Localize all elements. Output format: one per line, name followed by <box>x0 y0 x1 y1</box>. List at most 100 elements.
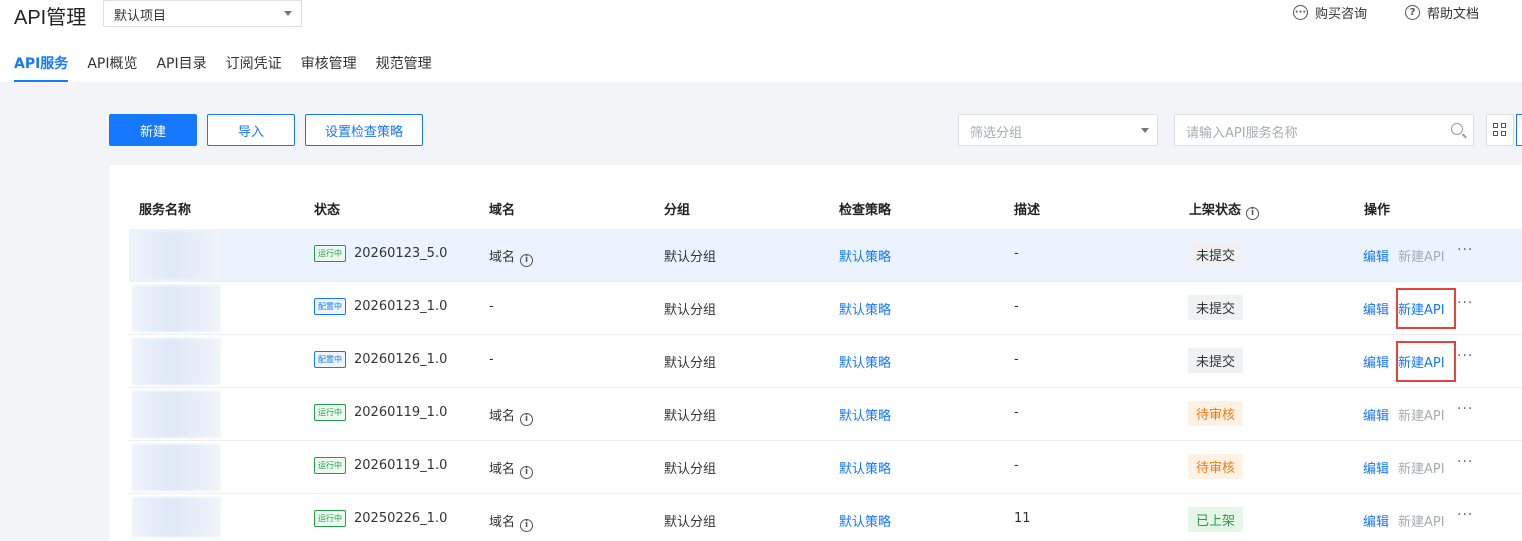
edit-button[interactable]: 编辑 <box>1363 511 1389 530</box>
service-name-redacted[interactable] <box>132 444 221 491</box>
status-cell: 运行中 20260119_1.0 <box>314 457 447 474</box>
new-api-button[interactable]: 新建API <box>1398 405 1445 424</box>
policy-link[interactable]: 默认策略 <box>839 299 891 318</box>
help-icon: ? <box>1405 4 1420 20</box>
status-cell: 运行中 20250226_1.0 <box>314 510 447 527</box>
table-row: 配置中 20260123_1.0 - 默认分组 默认策略 - 未提交 编辑 新建… <box>129 282 1522 335</box>
set-check-policy-button[interactable]: 设置检查策略 <box>305 114 423 146</box>
table-row: 运行中 20260119_1.0 域名 i 默认分组 默认策略 - 待审核 编辑 … <box>129 441 1522 494</box>
service-name-redacted[interactable] <box>132 497 221 537</box>
version-text: 20260123_5.0 <box>354 246 448 261</box>
help-docs-link[interactable]: ? 帮助文档 <box>1405 3 1480 22</box>
status-cell: 配置中 20260123_1.0 <box>314 298 447 315</box>
top-bar: API管理 默认项目 ··· 购买咨询 ? 帮助文档 API服务 API概览 A… <box>0 0 1522 82</box>
more-actions-icon[interactable]: ··· <box>1457 507 1473 523</box>
service-name-redacted[interactable] <box>132 338 221 385</box>
publish-status-badge: 未提交 <box>1188 348 1244 373</box>
edit-button[interactable]: 编辑 <box>1363 458 1389 477</box>
column-header-check-policy: 检查策略 <box>839 203 892 218</box>
status-badge: 运行中 <box>314 245 346 262</box>
domain-cell: - <box>489 352 494 367</box>
info-icon[interactable]: i <box>520 413 534 426</box>
domain-cell: 域名 i <box>489 511 534 532</box>
new-service-button[interactable]: 新建 <box>109 114 197 146</box>
new-api-button[interactable]: 新建API <box>1398 458 1445 477</box>
table-row: 配置中 20260126_1.0 - 默认分组 默认策略 - 未提交 编辑 新建… <box>129 335 1522 388</box>
service-search-placeholder: 请输入API服务名称 <box>1186 126 1298 141</box>
list-view-button[interactable] <box>1516 114 1522 146</box>
column-header-actions: 操作 <box>1364 203 1391 218</box>
new-api-button[interactable]: 新建API <box>1398 246 1445 265</box>
info-icon[interactable]: i <box>520 254 534 267</box>
service-name-redacted[interactable] <box>132 391 221 438</box>
publish-status-badge: 未提交 <box>1188 242 1244 267</box>
column-header-description: 描述 <box>1014 203 1041 218</box>
edit-button[interactable]: 编辑 <box>1363 246 1389 265</box>
description-cell: - <box>1014 458 1019 473</box>
import-button[interactable]: 导入 <box>207 114 295 146</box>
publish-status-badge: 待审核 <box>1188 401 1244 426</box>
chevron-down-icon <box>1141 128 1149 133</box>
domain-cell: 域名 i <box>489 458 534 479</box>
service-name-redacted[interactable] <box>132 285 221 332</box>
policy-link[interactable]: 默认策略 <box>839 246 891 265</box>
description-cell: 11 <box>1014 511 1031 526</box>
group-cell: 默认分组 <box>664 356 717 371</box>
new-api-button[interactable]: 新建API <box>1398 511 1445 530</box>
policy-link[interactable]: 默认策略 <box>839 352 891 371</box>
version-text: 20260119_1.0 <box>354 405 448 420</box>
main-tabs: API服务 API概览 API目录 订阅凭证 审核管理 规范管理 <box>14 53 451 82</box>
tab-spec-management[interactable]: 规范管理 <box>376 53 432 82</box>
service-search-input[interactable]: 请输入API服务名称 <box>1174 114 1474 146</box>
more-actions-icon[interactable]: ··· <box>1457 348 1473 364</box>
version-text: 20250226_1.0 <box>354 511 448 526</box>
edit-button[interactable]: 编辑 <box>1363 299 1389 318</box>
group-cell: 默认分组 <box>664 250 717 265</box>
tab-api-catalog[interactable]: API目录 <box>156 53 206 82</box>
tab-subscription-credentials[interactable]: 订阅凭证 <box>226 53 282 82</box>
search-icon[interactable] <box>1451 123 1463 135</box>
tab-review-management[interactable]: 审核管理 <box>301 53 357 82</box>
purchase-consult-link[interactable]: ··· 购买咨询 <box>1293 3 1367 22</box>
tab-api-overview[interactable]: API概览 <box>87 53 137 82</box>
domain-cell: - <box>489 299 494 314</box>
info-icon[interactable]: i <box>520 466 534 479</box>
help-docs-label: 帮助文档 <box>1427 6 1480 22</box>
publish-status-badge: 已上架 <box>1188 507 1244 532</box>
more-actions-icon[interactable]: ··· <box>1457 401 1473 417</box>
more-actions-icon[interactable]: ··· <box>1457 242 1473 258</box>
policy-link[interactable]: 默认策略 <box>839 458 891 477</box>
more-actions-icon[interactable]: ··· <box>1457 454 1473 470</box>
info-icon[interactable]: i <box>1246 207 1260 220</box>
service-name-redacted[interactable] <box>132 232 221 279</box>
table-row: 运行中 20260123_5.0 域名 i 默认分组 默认策略 - 未提交 编辑 … <box>129 229 1522 282</box>
status-badge: 运行中 <box>314 510 346 527</box>
more-actions-icon[interactable]: ··· <box>1457 295 1473 311</box>
project-selector[interactable]: 默认项目 <box>103 0 302 27</box>
chat-icon: ··· <box>1293 4 1308 20</box>
status-badge: 运行中 <box>314 404 346 421</box>
description-cell: - <box>1014 246 1019 261</box>
status-badge: 运行中 <box>314 457 346 474</box>
group-filter-select[interactable]: 筛选分组 <box>958 114 1158 146</box>
status-badge: 配置中 <box>314 298 346 315</box>
grid-view-button[interactable] <box>1486 114 1514 146</box>
policy-link[interactable]: 默认策略 <box>839 511 891 530</box>
chevron-down-icon <box>284 11 292 16</box>
version-text: 20260123_1.0 <box>354 299 448 314</box>
toolbar: 新建 导入 设置检查策略 筛选分组 请输入API服务名称 <box>0 114 1522 146</box>
edit-button[interactable]: 编辑 <box>1363 405 1389 424</box>
version-text: 20260126_1.0 <box>354 352 448 367</box>
group-cell: 默认分组 <box>664 515 717 530</box>
description-cell: - <box>1014 405 1019 420</box>
edit-button[interactable]: 编辑 <box>1363 352 1389 371</box>
policy-link[interactable]: 默认策略 <box>839 405 891 424</box>
info-icon[interactable]: i <box>520 519 534 532</box>
table-row: 运行中 20260119_1.0 域名 i 默认分组 默认策略 - 待审核 编辑 … <box>129 388 1522 441</box>
column-header-group: 分组 <box>664 203 691 218</box>
version-text: 20260119_1.0 <box>354 458 448 473</box>
column-header-publish-status: 上架状态 i <box>1189 199 1260 220</box>
tab-api-service[interactable]: API服务 <box>14 53 69 82</box>
description-cell: - <box>1014 352 1019 367</box>
description-cell: - <box>1014 299 1019 314</box>
